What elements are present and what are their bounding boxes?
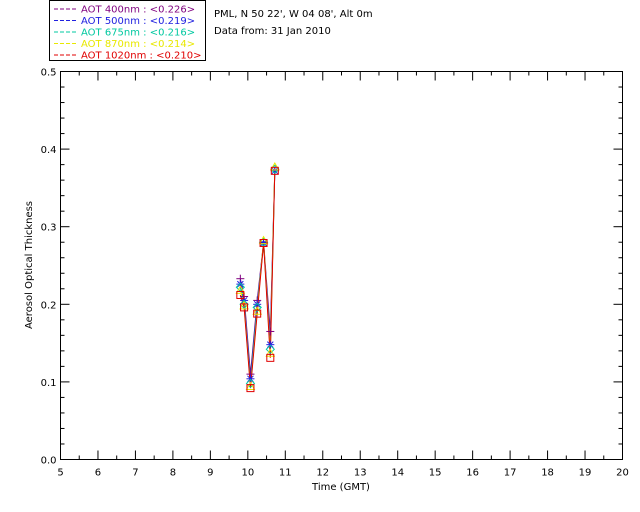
date-text: Data from: 31 Jan 2010 <box>214 26 331 37</box>
y-tick-label: 0.5 <box>41 68 57 79</box>
x-tick-label: 19 <box>579 468 592 479</box>
x-tick-label: 9 <box>207 468 213 479</box>
x-tick-label: 15 <box>429 468 442 479</box>
x-tick-label: 6 <box>95 468 101 479</box>
x-tick-label: 14 <box>391 468 404 479</box>
y-axis-title: Aerosol Optical Thickness <box>24 201 35 329</box>
legend-label: AOT 500nm : <0.219> <box>81 16 195 27</box>
x-tick-label: 17 <box>504 468 517 479</box>
x-tick-label: 7 <box>132 468 138 479</box>
legend-label: AOT 675nm : <0.216> <box>81 28 195 39</box>
x-axis-title: Time (GMT) <box>311 482 370 493</box>
x-tick-label: 8 <box>170 468 176 479</box>
plot-frame <box>60 71 623 460</box>
x-tick-label: 18 <box>541 468 554 479</box>
x-tick-label: 16 <box>466 468 479 479</box>
x-tick-label: 11 <box>279 468 292 479</box>
x-tick-label: 13 <box>354 468 367 479</box>
legend-label: AOT 400nm : <0.226> <box>81 5 195 16</box>
y-tick-label: 0.4 <box>41 145 57 156</box>
y-tick-label: 0.3 <box>41 223 57 234</box>
x-tick-label: 20 <box>616 468 629 479</box>
aot-chart: AOT 400nm : <0.226>AOT 500nm : <0.219>AO… <box>24 0 629 493</box>
legend-label: AOT 870nm : <0.214> <box>81 39 195 50</box>
axis-ticks <box>60 71 623 460</box>
legend-label: AOT 1020nm : <0.210> <box>81 51 201 62</box>
location-text: PML, N 50 22', W 04 08', Alt 0m <box>214 9 373 20</box>
y-tick-label: 0.0 <box>41 456 57 467</box>
x-tick-label: 10 <box>241 468 254 479</box>
x-tick-label: 5 <box>57 468 63 479</box>
x-tick-label: 12 <box>316 468 329 479</box>
axis-tick-labels: 5 6 7 8 9 10 11 12 13 14 15 16 17 18 19 20 0.0 0.1 0.2 0.3 0… <box>41 68 629 479</box>
y-tick-label: 0.2 <box>41 300 57 311</box>
y-tick-label: 0.1 <box>41 378 57 389</box>
series-line <box>239 170 276 389</box>
data-point <box>266 327 275 336</box>
series-lines <box>239 166 276 389</box>
